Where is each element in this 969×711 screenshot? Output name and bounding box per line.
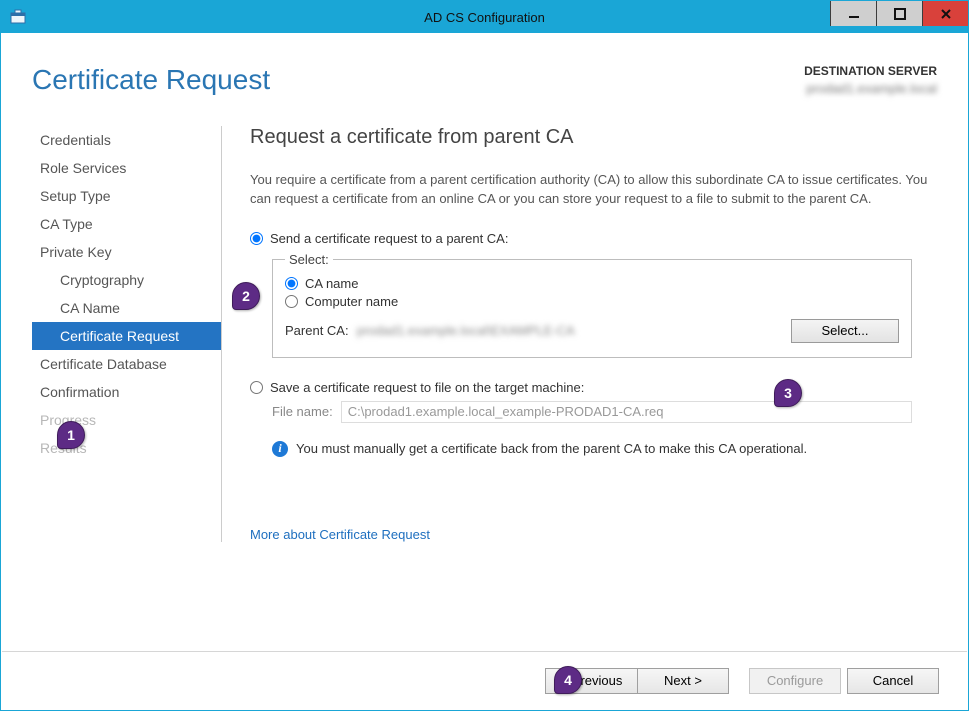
sidebar-item-ca-name[interactable]: CA Name bbox=[32, 294, 221, 322]
option-save-label: Save a certificate request to file on th… bbox=[270, 380, 584, 395]
window-controls bbox=[830, 1, 968, 26]
sidebar-item-credentials[interactable]: Credentials bbox=[32, 126, 221, 154]
sidebar-item-ca-type[interactable]: CA Type bbox=[32, 210, 221, 238]
file-name-label: File name: bbox=[272, 404, 333, 419]
radio-computer-name-label: Computer name bbox=[305, 294, 398, 309]
option-save-row[interactable]: Save a certificate request to file on th… bbox=[250, 380, 937, 395]
callout-1: 1 bbox=[57, 421, 85, 449]
next-button[interactable]: Next > bbox=[637, 668, 729, 694]
select-group: Select: CA name Computer name Parent CA:… bbox=[272, 252, 912, 358]
select-parent-button[interactable]: Select... bbox=[791, 319, 899, 343]
callout-2: 2 bbox=[232, 282, 260, 310]
destination-server: prodad1.example.local bbox=[804, 81, 937, 96]
callout-3: 3 bbox=[774, 379, 802, 407]
file-name-input bbox=[341, 401, 912, 423]
radio-ca-name-row[interactable]: CA name bbox=[285, 276, 899, 291]
radio-computer-name[interactable] bbox=[285, 295, 298, 308]
info-text: You must manually get a certificate back… bbox=[296, 441, 807, 456]
window-title: AD CS Configuration bbox=[1, 10, 968, 25]
sidebar-item-confirmation[interactable]: Confirmation bbox=[32, 378, 221, 406]
sidebar-item-certificate-database[interactable]: Certificate Database bbox=[32, 350, 221, 378]
minimize-button[interactable] bbox=[830, 1, 876, 26]
callout-4: 4 bbox=[554, 666, 582, 694]
wizard-window: AD CS Configuration Certificate Request … bbox=[0, 0, 969, 711]
option-save-radio[interactable] bbox=[250, 381, 263, 394]
parent-ca-value: prodad1.example.local\EXAMPLE-CA bbox=[357, 323, 777, 338]
intro-text: You require a certificate from a parent … bbox=[250, 171, 930, 209]
option-send-row[interactable]: Send a certificate request to a parent C… bbox=[250, 231, 937, 246]
destination-block: DESTINATION SERVER prodad1.example.local bbox=[804, 64, 937, 96]
parent-ca-label: Parent CA: bbox=[285, 323, 349, 338]
more-about-link[interactable]: More about Certificate Request bbox=[250, 527, 937, 542]
sidebar-item-private-key[interactable]: Private Key bbox=[32, 238, 221, 266]
radio-ca-name[interactable] bbox=[285, 277, 298, 290]
cancel-button[interactable]: Cancel bbox=[847, 668, 939, 694]
content-frame: Certificate Request DESTINATION SERVER p… bbox=[2, 34, 967, 709]
info-icon: i bbox=[272, 441, 288, 457]
sidebar-item-role-services[interactable]: Role Services bbox=[32, 154, 221, 182]
option-send-radio[interactable] bbox=[250, 232, 263, 245]
sidebar-item-certificate-request[interactable]: Certificate Request bbox=[32, 322, 221, 350]
radio-computer-name-row[interactable]: Computer name bbox=[285, 294, 899, 309]
maximize-button[interactable] bbox=[876, 1, 922, 26]
select-group-legend: Select: bbox=[285, 252, 333, 267]
destination-label: DESTINATION SERVER bbox=[804, 64, 937, 78]
configure-button: Configure bbox=[749, 668, 841, 694]
page-title: Certificate Request bbox=[32, 64, 270, 96]
sidebar: Credentials Role Services Setup Type CA … bbox=[32, 126, 222, 542]
wizard-footer: < Previous Next > Configure Cancel bbox=[2, 651, 967, 709]
titlebar: AD CS Configuration bbox=[1, 1, 968, 33]
radio-ca-name-label: CA name bbox=[305, 276, 358, 291]
sidebar-item-setup-type[interactable]: Setup Type bbox=[32, 182, 221, 210]
option-send-label: Send a certificate request to a parent C… bbox=[270, 231, 508, 246]
section-heading: Request a certificate from parent CA bbox=[250, 126, 937, 149]
close-button[interactable] bbox=[922, 1, 968, 26]
sidebar-item-cryptography[interactable]: Cryptography bbox=[32, 266, 221, 294]
app-icon bbox=[9, 8, 27, 26]
main-pane: Request a certificate from parent CA You… bbox=[222, 126, 937, 542]
